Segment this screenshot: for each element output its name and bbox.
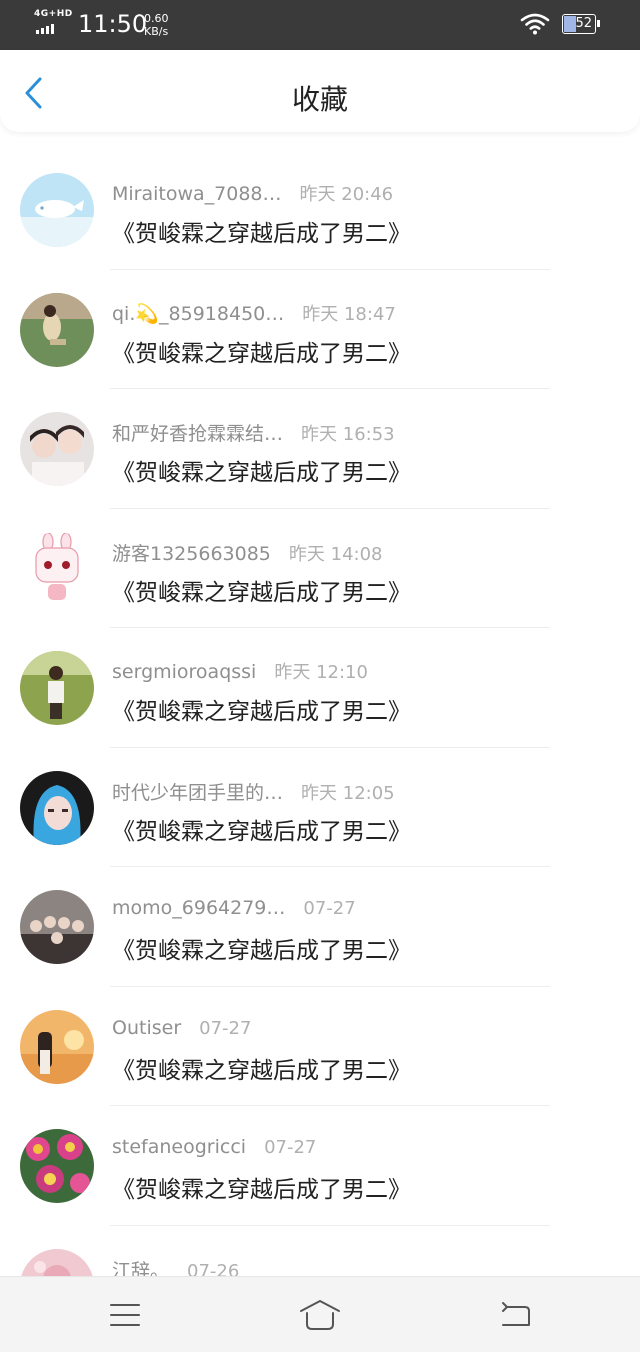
network-speed: 0.60 KB/s [144,12,169,38]
username: 时代少年团手里的… 昨天 12:05 [112,778,395,805]
book-title[interactable]: 《贺峻霖之穿越后成了男二》 [112,812,411,846]
avatar[interactable] [20,412,94,486]
book-title[interactable]: 《贺峻霖之穿越后成了男二》 [112,453,411,487]
timestamp: 07-27 [303,898,356,919]
return-icon [502,1302,530,1326]
speed-unit: KB/s [144,25,169,38]
battery-level: 52 [575,16,592,31]
bottom-nav [0,1276,640,1352]
favorites-list: Miraitowa_7088… 昨天 20:46 《贺峻霖之穿越后成了男二》 qi… [0,150,640,1345]
username: sergmioroaqssi 昨天 12:10 [112,658,368,684]
timestamp: 07-27 [264,1137,317,1158]
username-text: stefaneogricci [112,1136,247,1158]
username: stefaneogricci 07-27 [112,1136,316,1158]
clock: 11:50 [78,10,148,38]
list-item[interactable]: momo_6964279… 07-27 《贺峻霖之穿越后成了男二》 [0,867,640,987]
menu-button[interactable] [105,1295,145,1335]
username: 游客1325663085 昨天 14:08 [112,539,383,566]
username-text: momo_6964279… [112,897,286,919]
timestamp: 07-27 [199,1017,252,1039]
username-text: sergmioroaqssi [112,661,257,683]
avatar[interactable] [20,1009,94,1084]
avatar[interactable] [20,292,94,367]
book-title[interactable]: 《贺峻霖之穿越后成了男二》 [112,334,411,368]
list-item[interactable]: 和严好香抢霖霖结… 昨天 16:53 《贺峻霖之穿越后成了男二》 [0,389,640,509]
username-text: 和严好香抢霖霖结… [112,423,284,445]
username: momo_6964279… 07-27 [112,897,356,919]
timestamp: 昨天 14:08 [288,543,383,565]
username: Miraitowa_7088… 昨天 20:46 [112,180,393,206]
wifi-icon [520,13,550,35]
book-title[interactable]: 《贺峻霖之穿越后成了男二》 [112,931,411,965]
avatar[interactable] [20,173,94,247]
menu-icon [110,1304,140,1326]
avatar[interactable] [20,651,94,725]
timestamp: 昨天 16:53 [301,424,395,445]
timestamp: 昨天 12:05 [301,782,395,804]
list-item[interactable]: qi.💫_85918450… 昨天 18:47 《贺峻霖之穿越后成了男二》 [0,270,640,390]
book-title[interactable]: 《贺峻霖之穿越后成了男二》 [112,214,411,248]
username: Outiser 07-27 [112,1017,251,1039]
signal-icon [36,24,54,34]
timestamp: 昨天 12:10 [274,662,368,683]
username: 和严好香抢霖霖结… 昨天 16:53 [112,419,395,446]
status-bar: 4G+HD 11:50 0.60 KB/s 52 [0,0,640,50]
system-back-button[interactable] [495,1295,535,1335]
timestamp: 昨天 20:46 [299,184,394,205]
book-title[interactable]: 《贺峻霖之穿越后成了男二》 [112,573,411,607]
page-title: 收藏 [291,83,348,116]
username: qi.💫_85918450… 昨天 18:47 [112,300,396,326]
username-text: Miraitowa_7088… [112,183,282,205]
list-item[interactable]: sergmioroaqssi 昨天 12:10 《贺峻霖之穿越后成了男二》 [0,628,640,748]
list-item[interactable]: 时代少年团手里的… 昨天 12:05 《贺峻霖之穿越后成了男二》 [0,748,640,868]
home-button[interactable] [298,1295,342,1335]
list-item[interactable]: stefaneogricci 07-27 《贺峻霖之穿越后成了男二》 [0,1106,640,1226]
network-type: 4G+HD [34,9,73,19]
list-item[interactable]: Miraitowa_7088… 昨天 20:46 《贺峻霖之穿越后成了男二》 [0,150,640,270]
username-text: 时代少年团手里的… [112,781,284,804]
avatar[interactable] [20,770,94,845]
username-text: qi.💫_85918450… [112,302,285,325]
book-title[interactable]: 《贺峻霖之穿越后成了男二》 [112,1051,411,1085]
timestamp: 昨天 18:47 [302,303,396,325]
book-title[interactable]: 《贺峻霖之穿越后成了男二》 [112,1170,411,1204]
list-item[interactable]: Outiser 07-27 《贺峻霖之穿越后成了男二》 [0,987,640,1107]
header: 收藏 [0,50,640,132]
avatar[interactable] [20,890,94,964]
username-text: 游客1325663085 [112,542,271,565]
book-title[interactable]: 《贺峻霖之穿越后成了男二》 [112,692,411,726]
speed-value: 0.60 [144,12,169,25]
avatar[interactable] [20,531,94,606]
home-icon [300,1300,340,1330]
username-text: Outiser [112,1016,182,1039]
avatar[interactable] [20,1129,94,1203]
battery-icon: 52 [562,14,600,34]
list-item[interactable]: 游客1325663085 昨天 14:08 《贺峻霖之穿越后成了男二》 [0,509,640,629]
